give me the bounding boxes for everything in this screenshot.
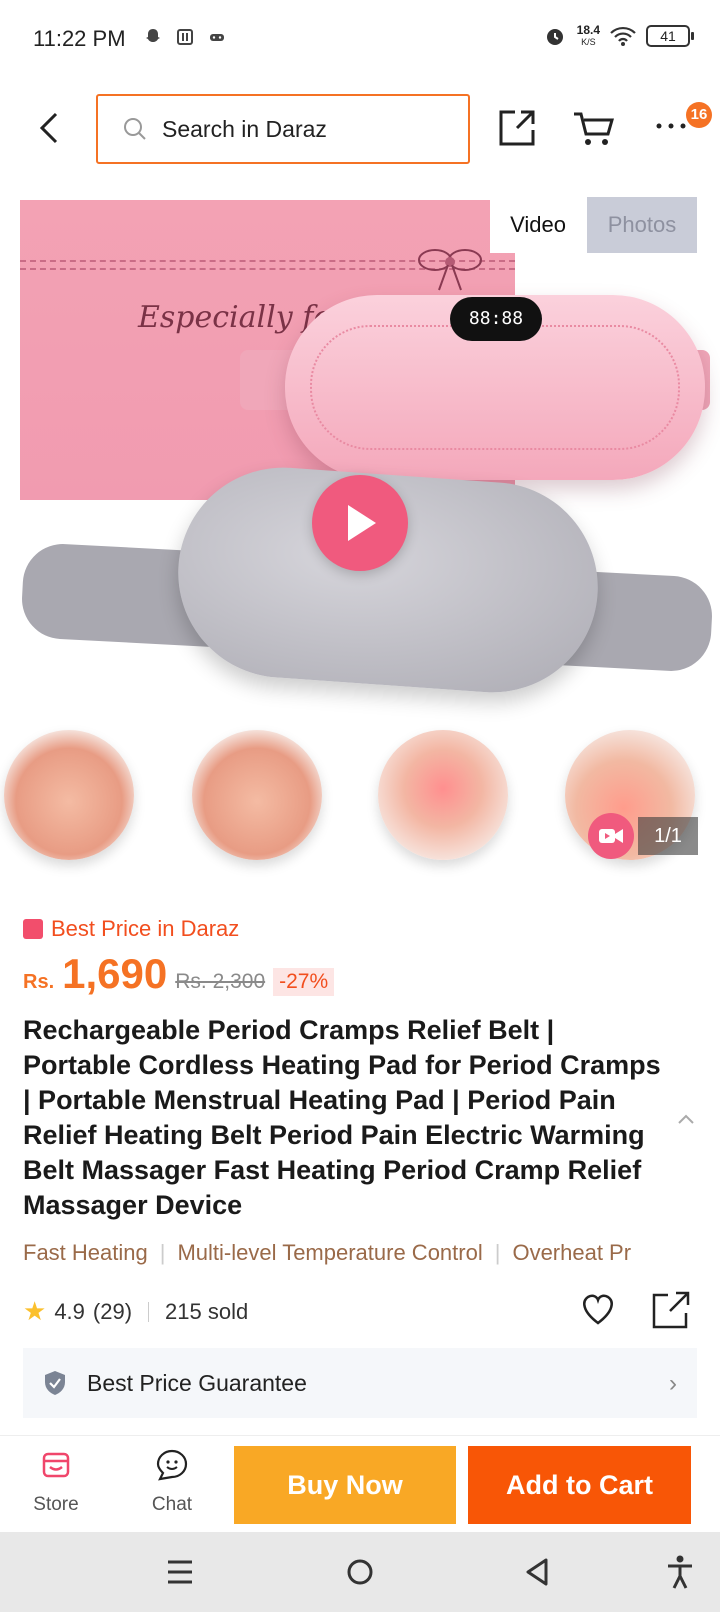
divider [148, 1301, 150, 1322]
feature-tag: Fast Heating [23, 1240, 148, 1265]
home-icon[interactable] [340, 1552, 380, 1592]
currency-label: Rs. [23, 971, 55, 993]
system-navigation-bar [0, 1532, 720, 1612]
system-status-icons: 18.4 K/S 41 [543, 23, 694, 48]
camera-glyph [599, 829, 623, 843]
current-price: 1,690 [62, 950, 168, 997]
share-icon[interactable] [650, 1289, 692, 1331]
top-header: Search in Daraz [0, 86, 720, 176]
bottom-action-bar: Store Chat Buy Now Add to Cart [0, 1435, 720, 1531]
product-gallery[interactable]: Especially for 88:88 Video Photos 1/1 [0, 185, 720, 885]
wifi-icon [610, 26, 636, 46]
snapchat-icon [146, 29, 160, 42]
sold-count: 215 sold [165, 1298, 249, 1324]
tab-photos[interactable]: Photos [587, 197, 697, 253]
star-icon: ★ [23, 1296, 47, 1326]
chat-icon [156, 1449, 188, 1481]
thumbnail-1 [4, 730, 134, 860]
best-price-guarantee-row[interactable]: Best Price Guarantee › [23, 1348, 697, 1418]
add-to-cart-button[interactable]: Add to Cart [468, 1446, 691, 1524]
thumbnail-2 [192, 730, 322, 860]
cart-icon[interactable] [572, 108, 616, 148]
product-title: Rechargeable Period Cramps Relief Belt |… [23, 1015, 661, 1220]
gamepad-icon [210, 34, 224, 41]
status-time: 11:22 PM [33, 26, 126, 51]
search-input[interactable]: Search in Daraz [96, 94, 470, 164]
price-row: Rs. 1,690 Rs. 2,300 -27% [23, 950, 335, 998]
back-arrow-icon[interactable] [30, 108, 70, 148]
original-price: Rs. 2,300 [175, 970, 266, 993]
rating-value: 4.9 [54, 1298, 85, 1324]
share-icon[interactable] [497, 108, 537, 148]
chevron-up-icon[interactable] [676, 1112, 696, 1126]
chat-label: Chat [151, 1494, 193, 1515]
play-video-button[interactable] [312, 475, 408, 571]
chevron-right-icon: › [669, 1370, 677, 1397]
alarm-icon [546, 29, 563, 45]
notification-icons [143, 27, 227, 47]
best-price-label: Best Price in Daraz [23, 916, 239, 942]
store-icon [42, 1452, 70, 1478]
pad-display: 88:88 [450, 297, 542, 341]
notification-badge: 16 [686, 102, 712, 128]
store-label: Store [33, 1494, 79, 1515]
battery-icon: 41 [646, 25, 694, 47]
status-bar: 11:22 PM 18.4 K/S 41 [0, 0, 720, 80]
pad-stitching [310, 325, 680, 450]
discount-badge: -27% [273, 968, 335, 996]
image-counter: 1/1 [638, 817, 698, 855]
thumbnail-3 [378, 730, 508, 860]
feature-tag: Multi-level Temperature Control [177, 1240, 483, 1265]
best-price-icon [23, 919, 43, 939]
bow-decoration [418, 249, 482, 291]
back-icon[interactable] [518, 1552, 558, 1592]
app-notification-icon [177, 29, 193, 45]
recent-apps-icon[interactable] [160, 1552, 200, 1592]
search-placeholder: Search in Daraz [162, 115, 327, 142]
heart-icon[interactable] [578, 1289, 618, 1329]
play-icon [348, 505, 376, 541]
video-camera-icon[interactable] [588, 813, 634, 859]
buy-now-button[interactable]: Buy Now [234, 1446, 456, 1524]
feature-tag: Overheat Pr [512, 1240, 632, 1265]
best-price-text: Best Price in Daraz [51, 916, 240, 941]
rating-count: (29) [92, 1298, 133, 1324]
shield-check-icon [45, 1371, 65, 1395]
tab-video[interactable]: Video [490, 197, 586, 253]
store-button[interactable]: Store [16, 1448, 96, 1516]
search-icon [124, 118, 146, 140]
rating-row[interactable]: ★ 4.9 (29) 215 sold [23, 1296, 248, 1327]
chat-button[interactable]: Chat [132, 1448, 212, 1516]
network-speed: 18.4 K/S [576, 23, 600, 47]
accessibility-icon[interactable] [660, 1552, 700, 1592]
guarantee-text: Best Price Guarantee [87, 1369, 307, 1396]
feature-tags: Fast Heating | Multi-level Temperature Con… [23, 1240, 632, 1265]
